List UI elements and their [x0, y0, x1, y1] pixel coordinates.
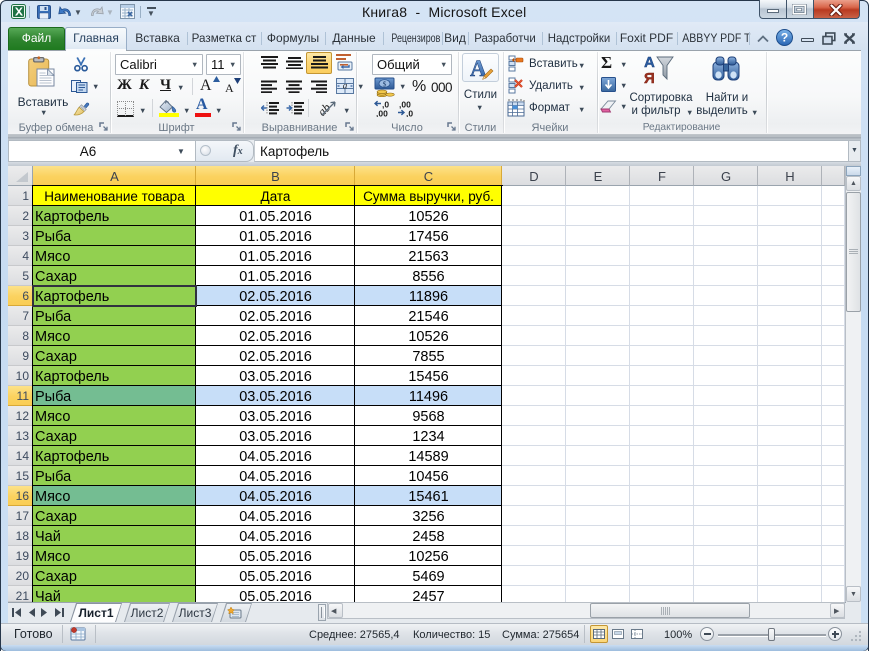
svg-text:А: А — [644, 54, 655, 71]
svg-text:Я: Я — [644, 70, 655, 84]
svg-text:,00: ,00 — [376, 109, 388, 118]
svg-text:$: $ — [383, 79, 387, 88]
svg-text:?: ? — [781, 31, 788, 45]
svg-text:a: a — [343, 81, 348, 91]
svg-text:,0: ,0 — [406, 109, 413, 118]
